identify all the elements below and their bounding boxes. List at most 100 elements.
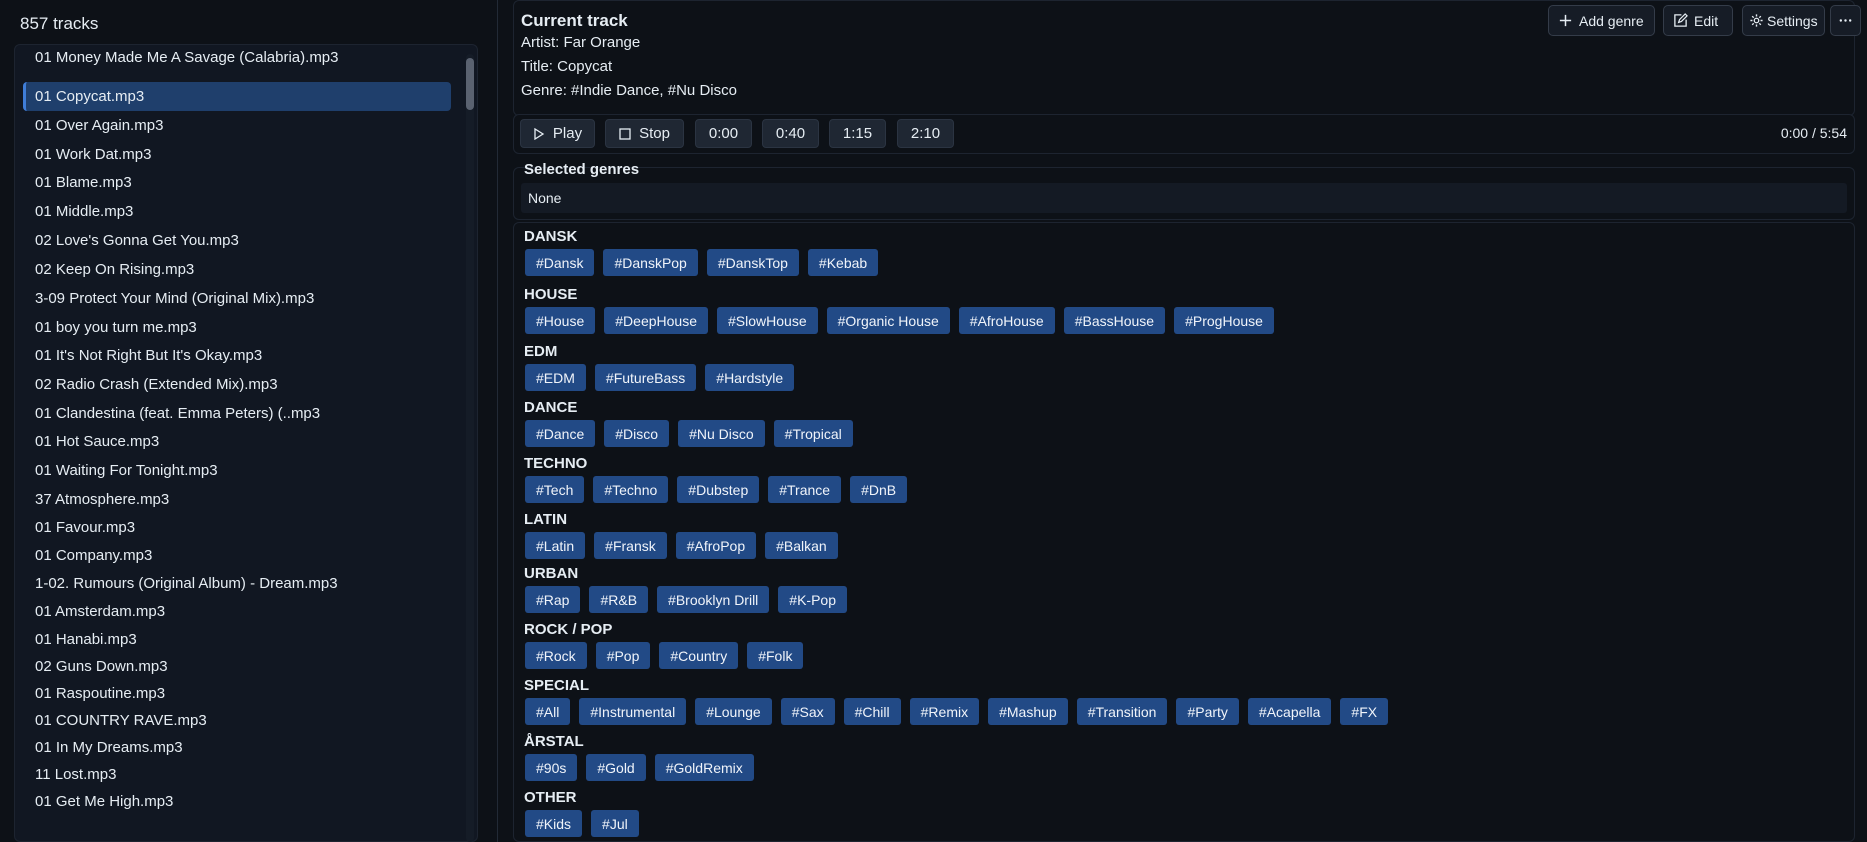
genre-tag[interactable]: #Sax [780,698,835,725]
genre-tag[interactable]: #All [525,698,571,725]
track-item[interactable]: 01 Raspoutine.mp3 [23,679,451,708]
more-button[interactable] [1830,5,1861,36]
genre-tag[interactable]: #Trance [768,476,842,503]
genre-tag-row: #Kids #Jul [525,810,639,837]
track-item[interactable]: 01 COUNTRY RAVE.mp3 [23,706,451,735]
cue-button-0[interactable]: 0:00 [695,119,752,148]
genre-value: #Indie Dance, #Nu Disco [571,82,737,99]
genre-tag[interactable]: #Pop [595,642,651,669]
cue-button-3[interactable]: 2:10 [897,119,954,148]
track-item[interactable]: 01 Hanabi.mp3 [23,625,451,654]
genre-tag[interactable]: #Fransk [594,532,667,559]
track-item[interactable]: 02 Guns Down.mp3 [23,652,451,681]
edit-button[interactable]: Edit [1663,5,1733,36]
track-item[interactable]: 01 Copycat.mp3 [23,81,451,111]
genre-tag[interactable]: #Nu Disco [678,420,765,447]
genre-tag[interactable]: #Gold [586,754,646,781]
track-item[interactable]: 02 Keep On Rising.mp3 [23,255,451,284]
genre-tag[interactable]: #Folk [747,642,804,669]
genre-tag[interactable]: #DanskTop [706,249,799,276]
genre-tag[interactable]: #Jul [591,810,639,837]
track-item[interactable]: 02 Love's Gonna Get You.mp3 [23,226,451,255]
genre-tag[interactable]: #R&B [589,586,649,613]
genre-tag[interactable]: #Lounge [695,698,772,725]
genre-tag[interactable]: #Latin [525,532,586,559]
track-item[interactable]: 01 Blame.mp3 [23,168,451,197]
track-item[interactable]: 01 Get Me High.mp3 [23,787,451,816]
play-button[interactable]: Play [520,119,595,148]
genre-group-label: TECHNO [524,455,588,472]
track-item[interactable]: 01 Hot Sauce.mp3 [23,427,451,456]
genre-tag[interactable]: #Kids [525,810,583,837]
genre-tag[interactable]: #K-Pop [778,586,847,613]
play-label: Play [552,125,583,142]
genre-tag[interactable]: #DeepHouse [604,307,708,334]
settings-button[interactable]: Settings [1742,5,1825,36]
genre-tag[interactable]: #FutureBass [594,364,697,391]
genre-tag[interactable]: #Organic House [826,307,950,334]
genre-tag[interactable]: #EDM [525,364,586,391]
genre-tag[interactable]: #Techno [593,476,669,503]
genre-tag[interactable]: #Remix [909,698,980,725]
genre-tag[interactable]: #Rap [525,586,581,613]
panel-divider[interactable] [497,0,498,842]
track-item[interactable]: 37 Atmosphere.mp3 [23,485,451,514]
track-item[interactable]: 11 Lost.mp3 [23,760,451,789]
genre-tag[interactable]: #90s [525,754,578,781]
genre-tag[interactable]: #Tropical [773,420,853,447]
genre-tag[interactable]: #Hardstyle [705,364,795,391]
genre-tag[interactable]: #Mashup [988,698,1068,725]
genre-tag[interactable]: #Instrumental [579,698,687,725]
track-item[interactable]: 01 Over Again.mp3 [23,111,451,140]
stop-button[interactable]: Stop [605,119,684,148]
track-list-scrollbar[interactable] [466,54,474,842]
genre-tag[interactable]: #Dubstep [677,476,760,503]
genre-tag[interactable]: #Dance [525,420,596,447]
track-item[interactable]: 1-02. Rumours (Original Album) - Dream.m… [23,569,451,598]
genre-tag[interactable]: #Tech [525,476,585,503]
track-panel: 857 tracks 01 Take On Me (Kygo Remix).m4… [0,0,497,842]
track-item[interactable]: 01 Waiting For Tonight.mp3 [23,456,451,485]
genre-tag[interactable]: #Acapella [1247,698,1332,725]
scrollbar-thumb[interactable] [466,58,474,110]
genre-tag[interactable]: #GoldRemix [654,754,754,781]
genre-tag[interactable]: #Party [1176,698,1239,725]
genre-tag[interactable]: #Dansk [525,249,595,276]
genre-tag[interactable]: #FX [1340,698,1389,725]
genre-tag[interactable]: #Kebab [807,249,879,276]
track-item[interactable]: 01 Amsterdam.mp3 [23,597,451,626]
genre-tag[interactable]: #Brooklyn Drill [657,586,770,613]
genre-tag[interactable]: #AfroHouse [958,307,1055,334]
genre-tag[interactable]: #DnB [850,476,908,503]
genre-tag[interactable]: #Disco [604,420,670,447]
edit-icon [1674,13,1688,27]
stop-icon [619,127,631,140]
genre-tag[interactable]: #BassHouse [1063,307,1166,334]
add-genre-button[interactable]: Add genre [1548,5,1655,36]
genre-tag[interactable]: #DanskPop [603,249,698,276]
genre-tag[interactable]: #AfroPop [675,532,757,559]
genre-tag[interactable]: #Country [659,642,739,669]
genre-tag-row: #Dansk #DanskPop #DanskTop #Kebab [525,249,879,276]
track-item[interactable]: 01 Work Dat.mp3 [23,140,451,169]
track-item[interactable]: 01 Clandestina (feat. Emma Peters) (..mp… [23,399,451,428]
track-item[interactable]: 01 In My Dreams.mp3 [23,733,451,762]
genre-tag[interactable]: #Transition [1076,698,1168,725]
genre-tag[interactable]: #ProgHouse [1174,307,1274,334]
genre-tag[interactable]: #Balkan [765,532,838,559]
track-item[interactable]: 01 boy you turn me.mp3 [23,313,451,342]
track-item[interactable]: 01 Middle.mp3 [23,197,451,226]
track-list[interactable]: 01 Take On Me (Kygo Remix).m4a01 Money M… [14,44,478,842]
track-item[interactable]: 01 Favour.mp3 [23,513,451,542]
track-item[interactable]: 3-09 Protect Your Mind (Original Mix).mp… [23,284,451,313]
genre-tag[interactable]: #Rock [525,642,587,669]
cue-button-1[interactable]: 0:40 [762,119,819,148]
track-item[interactable]: 01 It's Not Right But It's Okay.mp3 [23,341,451,370]
track-item[interactable]: 01 Money Made Me A Savage (Calabria).mp3 [23,45,451,72]
cue-button-2[interactable]: 1:15 [829,119,886,148]
genre-tag[interactable]: #Chill [843,698,901,725]
track-item[interactable]: 01 Company.mp3 [23,541,451,570]
genre-tag[interactable]: #House [525,307,596,334]
track-item[interactable]: 02 Radio Crash (Extended Mix).mp3 [23,370,451,399]
genre-tag[interactable]: #SlowHouse [717,307,818,334]
